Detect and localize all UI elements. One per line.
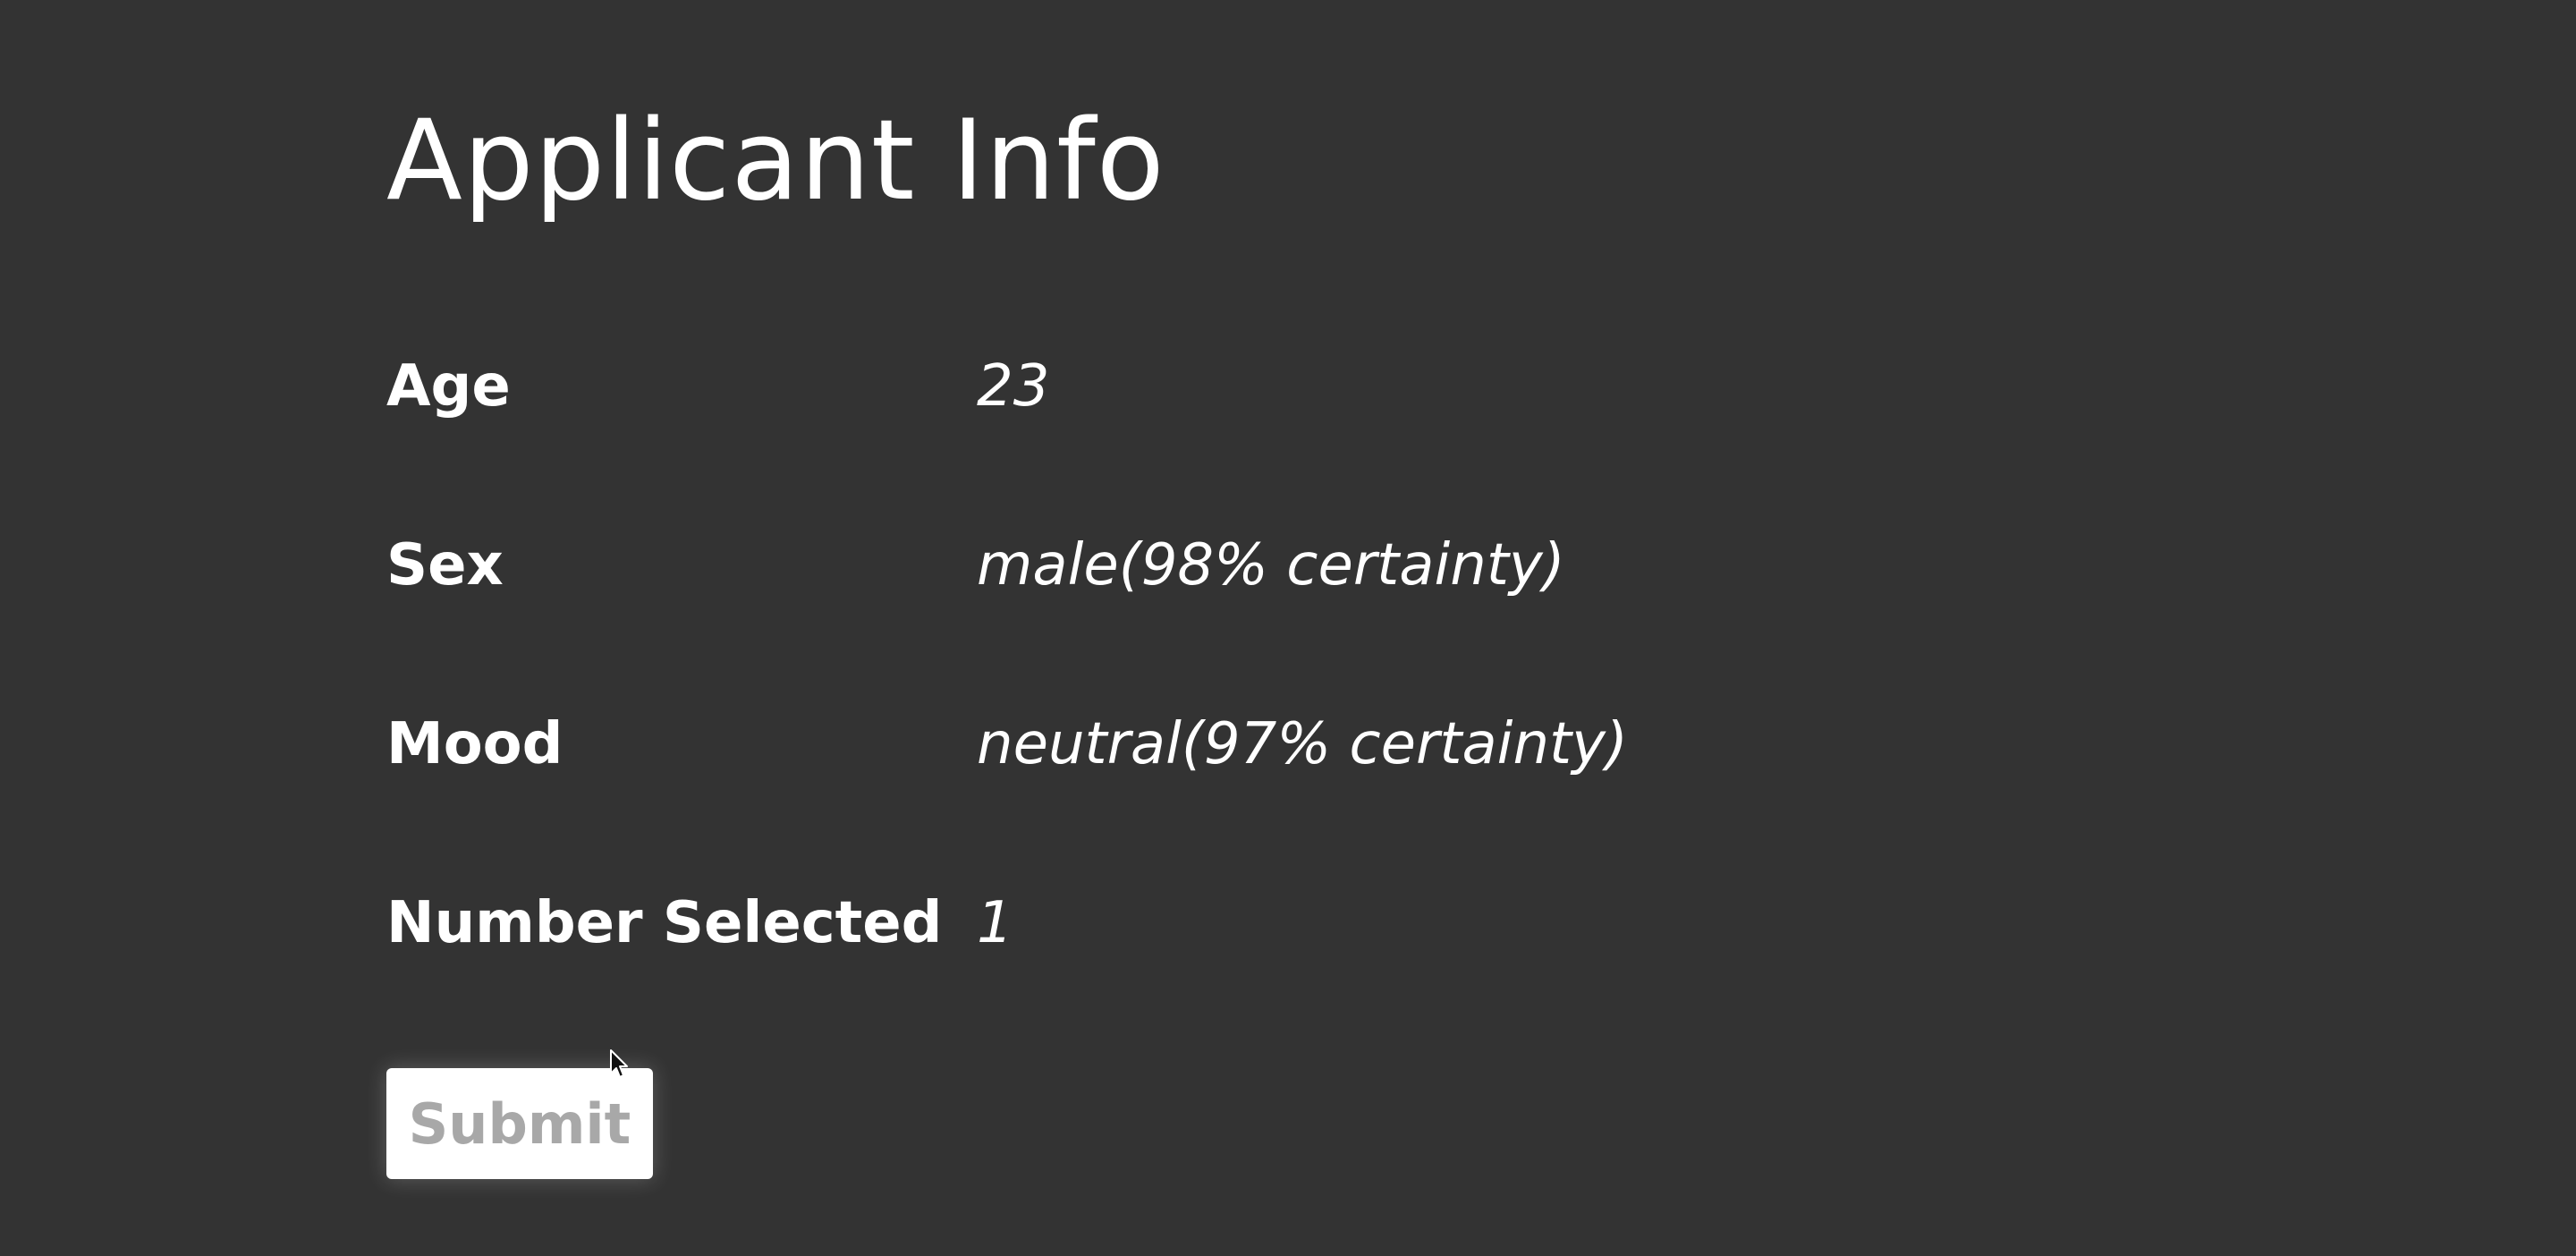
mouse-pointer-icon <box>610 1049 628 1078</box>
mood-label: Mood <box>386 711 564 777</box>
page-title: Applicant Info <box>386 97 1165 225</box>
info-row-age: Age 23 <box>386 351 1639 422</box>
age-label: Age <box>386 353 511 420</box>
info-row-sex: Sex male(98% certainty) <box>386 530 1639 601</box>
mood-value: neutral(97% certainty) <box>977 711 1628 777</box>
sex-label: Sex <box>386 532 504 598</box>
applicant-info-page: Applicant Info Age 23 Sex male(98% certa… <box>0 0 2576 1256</box>
info-row-mood: Mood neutral(97% certainty) <box>386 709 1639 780</box>
submit-button[interactable]: Submit <box>386 1068 653 1179</box>
sex-value: male(98% certainty) <box>977 532 1565 598</box>
number-selected-label: Number Selected <box>386 890 943 956</box>
number-selected-value: 1 <box>977 890 1013 956</box>
age-value: 23 <box>977 353 1050 420</box>
info-row-number-selected: Number Selected 1 <box>386 887 1639 959</box>
